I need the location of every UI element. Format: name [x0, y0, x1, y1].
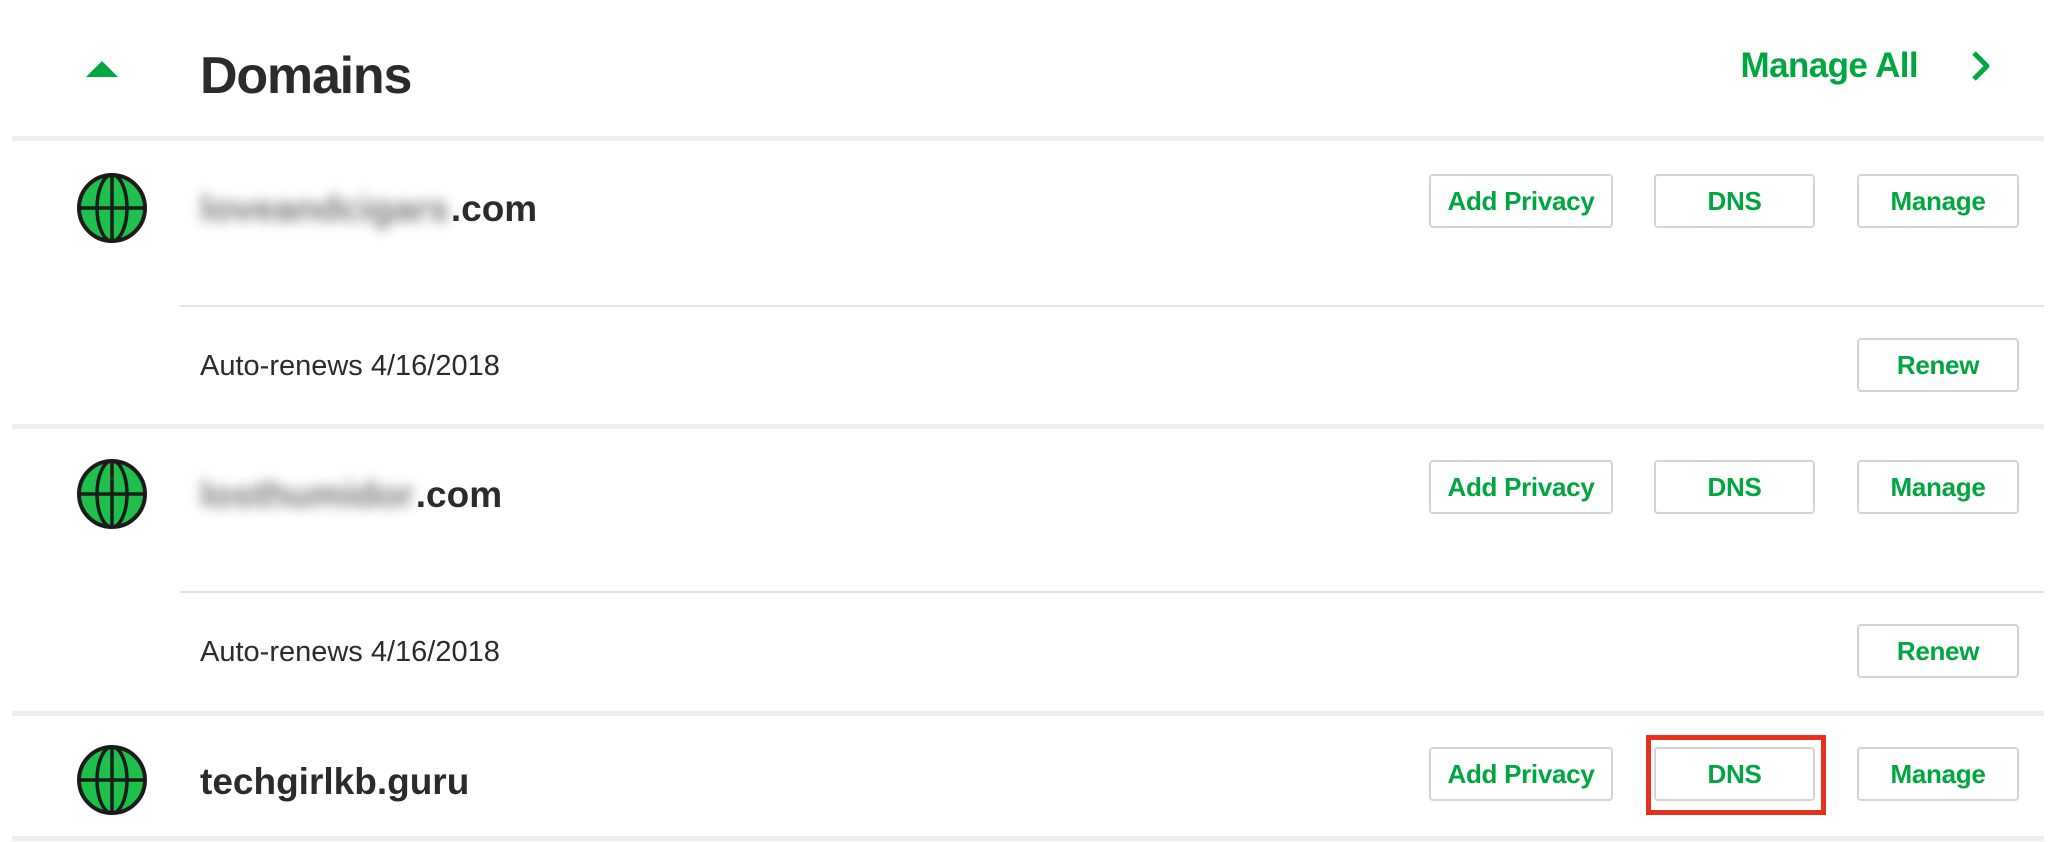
domain-tld: .com: [415, 474, 503, 515]
row-divider: [180, 305, 2044, 307]
renew-button[interactable]: Renew: [1857, 338, 2019, 392]
domain-tld: .com: [450, 188, 538, 229]
row-divider: [180, 591, 2044, 593]
domain-name[interactable]: loveandcigars .com: [200, 184, 537, 234]
add-privacy-button[interactable]: Add Privacy: [1429, 747, 1613, 801]
add-privacy-button[interactable]: Add Privacy: [1429, 174, 1613, 228]
dns-button[interactable]: DNS: [1654, 174, 1815, 228]
chevron-right-icon: [1964, 49, 1998, 83]
domain-name-redacted: loveandcigars: [200, 188, 449, 229]
manage-button[interactable]: Manage: [1857, 460, 2019, 514]
manage-all-label: Manage All: [1740, 46, 1919, 85]
domain-name[interactable]: losthumidor .com: [200, 470, 502, 520]
auto-renew-text: Auto-renews 4/16/2018: [200, 636, 500, 668]
globe-icon: [76, 458, 148, 530]
domain-divider: [12, 711, 2044, 716]
domain-name-redacted: losthumidor: [200, 474, 414, 515]
domain-name[interactable]: techgirlkb.guru: [200, 757, 469, 807]
globe-icon: [76, 172, 148, 244]
dns-button[interactable]: DNS: [1654, 747, 1815, 801]
bottom-divider: [12, 836, 2044, 841]
auto-renew-text: Auto-renews 4/16/2018: [200, 350, 500, 382]
manage-button[interactable]: Manage: [1857, 174, 2019, 228]
domain-divider: [12, 424, 2044, 429]
collapse-caret-up-icon[interactable]: [85, 56, 119, 82]
dns-button[interactable]: DNS: [1654, 460, 1815, 514]
manage-all-link[interactable]: Manage All: [1741, 46, 1998, 86]
renew-button[interactable]: Renew: [1857, 624, 2019, 678]
manage-button[interactable]: Manage: [1857, 747, 2019, 801]
section-title: Domains: [200, 47, 412, 105]
header-divider: [12, 136, 2044, 141]
add-privacy-button[interactable]: Add Privacy: [1429, 460, 1613, 514]
globe-icon: [76, 744, 148, 816]
domain-name-text: techgirlkb.guru: [200, 761, 470, 802]
